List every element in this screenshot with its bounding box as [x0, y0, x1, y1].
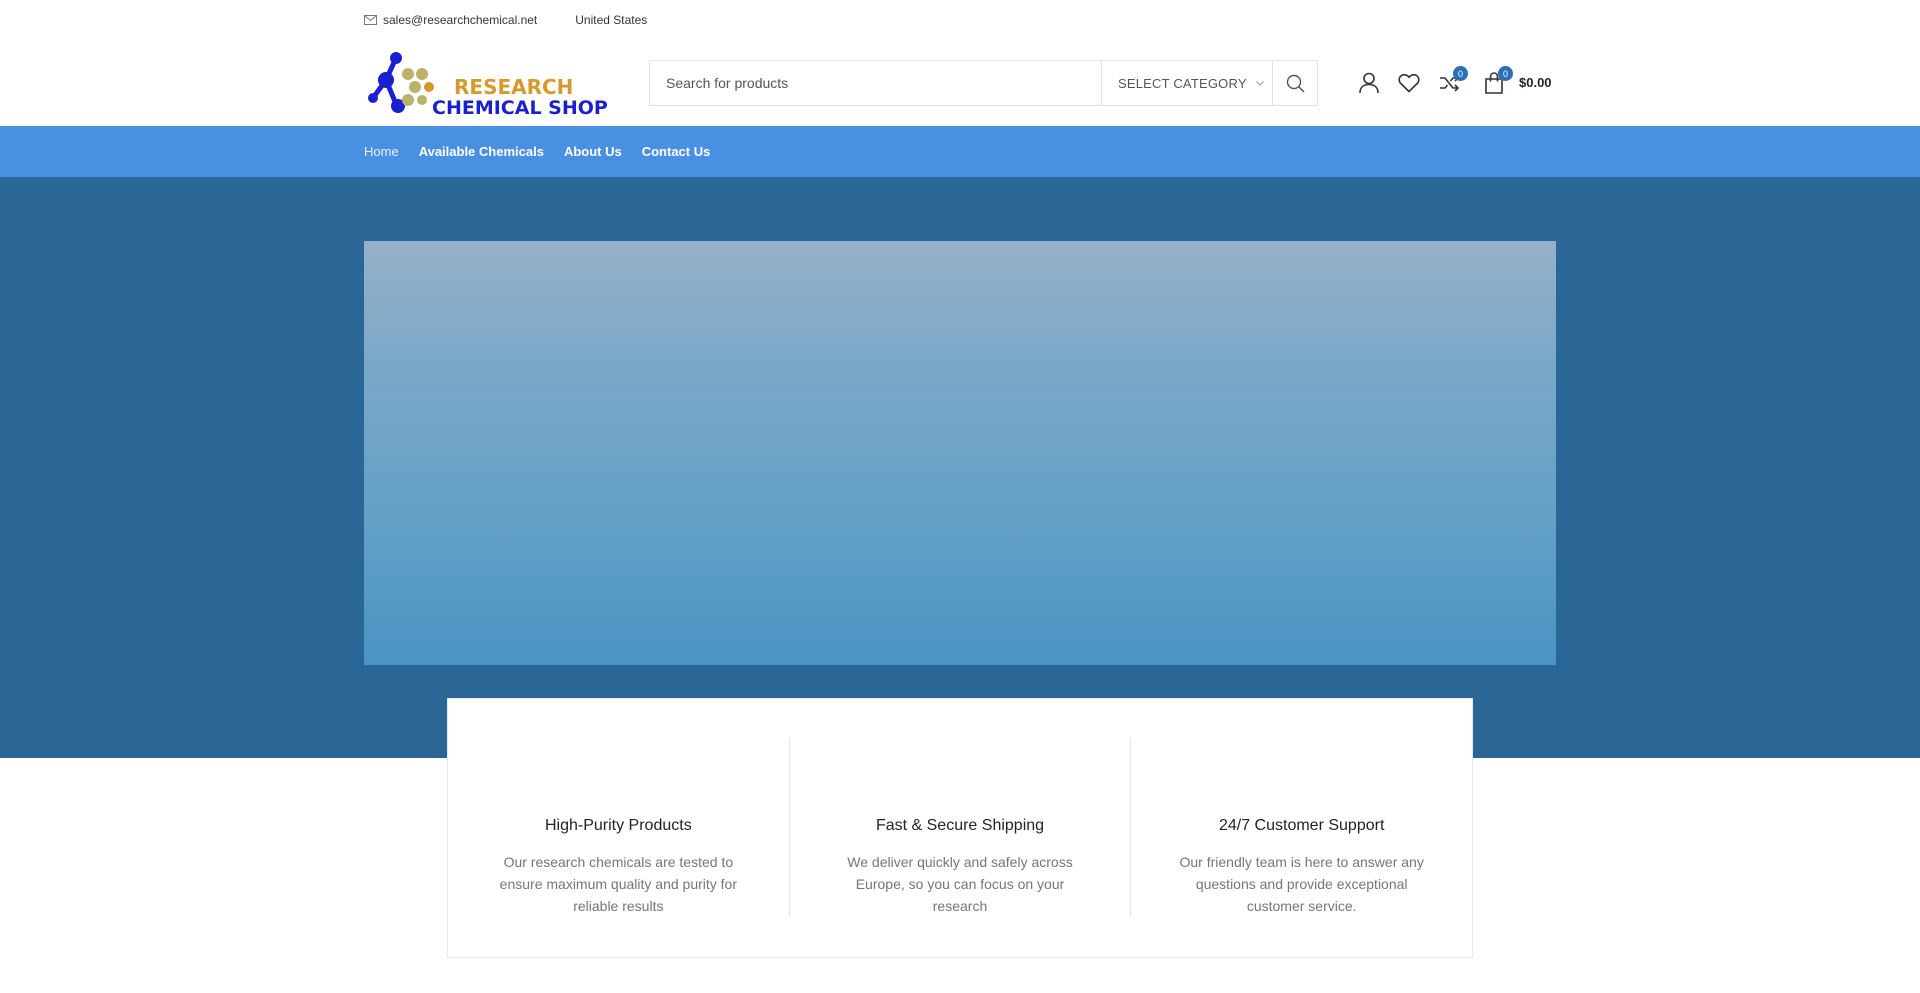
main-navigation: Home Available Chemicals About Us Contac… [0, 126, 1920, 177]
feature-support: 24/7 Customer Support Our friendly team … [1130, 738, 1472, 917]
search-button[interactable] [1272, 61, 1317, 105]
hero-banner [364, 241, 1556, 665]
compare-button[interactable]: 0 [1436, 66, 1468, 96]
molecule-logo-icon [368, 52, 434, 113]
search-input[interactable]: Search for products [650, 61, 1101, 105]
nav-item-home[interactable]: Home [364, 144, 399, 159]
cart-count-badge: 0 [1498, 66, 1513, 81]
cart-total[interactable]: $0.00 [1519, 75, 1552, 90]
feature-text: We deliver quickly and safely across Eur… [847, 854, 1073, 914]
feature-text: Our friendly team is here to answer any … [1179, 854, 1424, 914]
feature-high-purity: High-Purity Products Our research chemic… [448, 738, 789, 917]
nav-item-about-us[interactable]: About Us [564, 144, 622, 159]
site-header: RESEARCH CHEMICAL SHOP Search for produc… [0, 40, 1920, 126]
features-box: High-Purity Products Our research chemic… [447, 698, 1473, 958]
feature-title: High-Purity Products [544, 817, 692, 834]
contact-email[interactable]: sales@researchchemical.net [364, 13, 537, 27]
svg-text:CHEMICAL SHOP: CHEMICAL SHOP [432, 97, 608, 119]
wishlist-button[interactable] [1396, 70, 1422, 96]
user-icon [1359, 72, 1379, 94]
cart-button[interactable]: 0 [1481, 66, 1513, 96]
feature-text: Our research chemicals are tested to ens… [499, 854, 737, 914]
chevron-down-icon [1255, 80, 1264, 86]
feature-title: Fast & Secure Shipping [875, 817, 1045, 834]
compare-count-badge: 0 [1453, 66, 1468, 81]
nav-item-available-chemicals[interactable]: Available Chemicals [419, 144, 544, 159]
feature-shipping: Fast & Secure Shipping We deliver quickl… [788, 738, 1131, 917]
contact-email-text: sales@researchchemical.net [383, 13, 538, 27]
nav-item-contact-us[interactable]: Contact Us [642, 144, 711, 159]
search-icon [1286, 74, 1304, 92]
heart-icon [1398, 73, 1420, 93]
search-bar: Search for products SELECT CATEGORY [649, 60, 1318, 106]
top-bar: sales@researchchemical.net United States [0, 0, 1920, 40]
category-select-label: SELECT CATEGORY [1118, 75, 1247, 91]
category-select[interactable]: SELECT CATEGORY [1101, 61, 1272, 105]
svg-text:RESEARCH: RESEARCH [454, 75, 573, 99]
account-button[interactable] [1356, 70, 1382, 96]
feature-title: 24/7 Customer Support [1218, 817, 1385, 834]
site-logo[interactable]: RESEARCH CHEMICAL SHOP [364, 50, 608, 120]
country-selector[interactable]: United States [575, 13, 647, 27]
mail-icon [364, 15, 377, 25]
